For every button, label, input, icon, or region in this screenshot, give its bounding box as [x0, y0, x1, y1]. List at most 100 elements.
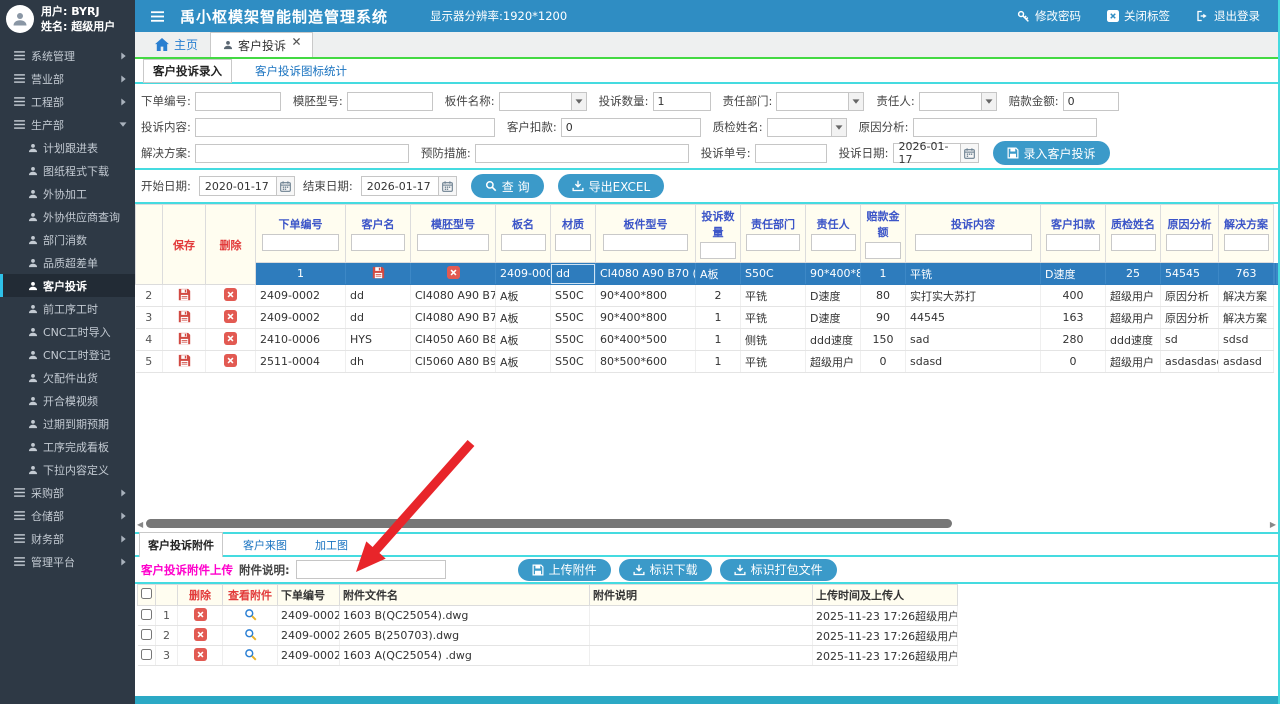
calendar-icon[interactable] [961, 143, 979, 163]
field-select-责任人:[interactable] [919, 92, 997, 111]
column-filter-input[interactable] [1111, 234, 1156, 251]
cell-解决方案[interactable]: 解决方案 [1276, 263, 1277, 285]
sidebar-item-CNC工时登记[interactable]: CNC工时登记 [0, 343, 135, 366]
cell-投诉内容[interactable]: sdasd [906, 351, 1041, 373]
row-checkbox[interactable] [141, 609, 152, 620]
sidebar-group-2[interactable]: 工程部 [0, 90, 135, 113]
cell-投诉数量[interactable]: 1 [696, 329, 741, 351]
cell-模胚型号[interactable]: CI4050 A60 B80 ( [411, 329, 496, 351]
cell-材质[interactable]: S50C [551, 329, 596, 351]
column-filter-input[interactable] [351, 234, 405, 251]
cell-责任部门[interactable]: 侧铣 [741, 329, 806, 351]
cell-客户扣款[interactable]: 400 [1041, 285, 1106, 307]
sidebar-item-开合模视频[interactable]: 开合模视频 [0, 389, 135, 412]
hamburger-icon[interactable] [151, 11, 164, 22]
cell-投诉内容[interactable]: 44545 [906, 307, 1041, 329]
cell-质检姓名[interactable]: ddd速度 [1106, 329, 1161, 351]
chevron-down-icon[interactable] [571, 93, 586, 110]
cell-解决方案[interactable]: 解决方案 [1219, 285, 1274, 307]
delete-attachment-icon[interactable] [194, 628, 207, 641]
topbar-action-修改密码[interactable]: 修改密码 [1017, 8, 1081, 24]
end-date-field[interactable]: 2026-01-17 [361, 176, 457, 196]
save-row-icon[interactable] [178, 288, 191, 301]
field-select-板件名称:[interactable] [499, 92, 587, 111]
cell-下单编号[interactable]: 2409-0002 [256, 307, 346, 329]
sidebar-group-6[interactable]: 财务部 [0, 527, 135, 550]
tab-客户投诉[interactable]: 客户投诉 [210, 32, 313, 57]
cell-解决方案[interactable]: 解决方案 [1219, 307, 1274, 329]
cell-投诉数量[interactable]: 1 [696, 351, 741, 373]
field-input-投诉内容:[interactable] [195, 118, 495, 137]
cell-板名[interactable]: A板 [496, 285, 551, 307]
save-row-icon[interactable] [178, 332, 191, 345]
column-filter-input[interactable] [603, 234, 689, 251]
column-filter-input[interactable] [417, 234, 489, 251]
cell-赔款金额[interactable]: 25 [1106, 263, 1161, 285]
delete-attachment-icon[interactable] [194, 648, 207, 661]
cell-板件型号[interactable]: 90*400*800 [596, 285, 696, 307]
cell-材质[interactable]: S50C [551, 285, 596, 307]
field-input-客户扣款:[interactable]: 0 [561, 118, 701, 137]
cell-投诉内容[interactable]: 54545 [1161, 263, 1219, 285]
sidebar-group-0[interactable]: 系统管理 [0, 44, 135, 67]
cell-质检姓名[interactable]: 超级用户 [1106, 307, 1161, 329]
cell-责任人[interactable]: 超级用户 [806, 351, 861, 373]
field-select-责任部门:[interactable] [776, 92, 864, 111]
cell-板名[interactable]: A板 [496, 329, 551, 351]
cell-file-name[interactable]: 2605 B(250703).dwg [340, 626, 590, 646]
field-input-赔款金额:[interactable]: 0 [1063, 92, 1119, 111]
column-filter-input[interactable] [865, 242, 901, 259]
cell-材质[interactable]: S50C [551, 307, 596, 329]
chevron-down-icon[interactable] [981, 93, 996, 110]
cell-责任人[interactable]: D速度 [1041, 263, 1106, 285]
view-attachment-icon[interactable] [244, 628, 257, 641]
attachment-row[interactable]: 12409-00021603 B(QC25054).dwg2025-11-23 … [138, 606, 958, 626]
cell-投诉内容[interactable]: 实打实大苏打 [906, 285, 1041, 307]
sidebar-item-品质超差单[interactable]: 品质超差单 [0, 251, 135, 274]
field-input-模胚型号:[interactable] [347, 92, 433, 111]
column-filter-input[interactable] [501, 234, 546, 251]
table-row[interactable]: 22409-0002ddCI4080 A90 B70 (A板S50C90*400… [136, 285, 1278, 307]
cell-板件型号[interactable]: 60*400*500 [596, 329, 696, 351]
save-row-icon[interactable] [178, 310, 191, 323]
calendar-icon[interactable] [277, 176, 295, 196]
delete-row-icon[interactable] [224, 354, 237, 367]
field-input-下单编号:[interactable] [195, 92, 281, 111]
field-select-质检姓名:[interactable] [767, 118, 847, 137]
delete-attachment-icon[interactable] [194, 608, 207, 621]
cell-下单编号[interactable]: 2511-0004 [256, 351, 346, 373]
cell-客户扣款[interactable]: 763 [1219, 263, 1274, 285]
column-filter-input[interactable] [746, 234, 800, 251]
save-row-icon[interactable] [178, 354, 191, 367]
upload-button-上传附件[interactable]: 上传附件 [518, 559, 611, 581]
save-row-icon[interactable] [372, 266, 385, 279]
cell-质检姓名[interactable]: 超级用户 [1106, 285, 1161, 307]
cell-投诉内容[interactable]: sad [906, 329, 1041, 351]
cell-赔款金额[interactable]: 150 [861, 329, 906, 351]
sidebar-item-过期到期预期[interactable]: 过期到期预期 [0, 412, 135, 435]
scrollbar-thumb[interactable] [146, 519, 952, 528]
cell-原因分析[interactable]: sd [1161, 329, 1219, 351]
table-row[interactable]: 52511-0004dhCI5060 A80 B90 (A板S50C80*500… [136, 351, 1278, 373]
scroll-left-arrow[interactable]: ◀ [137, 520, 143, 529]
start-date-field[interactable]: 2020-01-17 [199, 176, 295, 196]
topbar-action-关闭标签[interactable]: 关闭标签 [1107, 8, 1170, 24]
cell-责任人[interactable]: D速度 [806, 285, 861, 307]
column-filter-input[interactable] [700, 242, 736, 259]
tab-主页[interactable]: 主页 [143, 32, 210, 57]
upload-button-标识打包文件[interactable]: 标识打包文件 [720, 559, 837, 581]
cell-责任人[interactable]: D速度 [806, 307, 861, 329]
cell-板件型号[interactable]: 90*400*800 [596, 307, 696, 329]
chevron-down-icon[interactable] [848, 93, 863, 110]
sidebar-item-客户投诉[interactable]: 客户投诉 [0, 274, 135, 297]
cell-file-name[interactable]: 1603 B(QC25054).dwg [340, 606, 590, 626]
cell-责任部门[interactable]: 平铣 [741, 285, 806, 307]
cell-赔款金额[interactable]: 80 [861, 285, 906, 307]
field-input-解决方案:[interactable] [195, 144, 409, 163]
sidebar-item-CNC工时导入[interactable]: CNC工时导入 [0, 320, 135, 343]
select-all-checkbox[interactable] [141, 588, 152, 599]
sidebar-item-欠配件出货[interactable]: 欠配件出货 [0, 366, 135, 389]
sidebar-group-5[interactable]: 仓储部 [0, 504, 135, 527]
field-input-投诉数量:[interactable]: 1 [653, 92, 711, 111]
sidebar-item-外协加工[interactable]: 外协加工 [0, 182, 135, 205]
